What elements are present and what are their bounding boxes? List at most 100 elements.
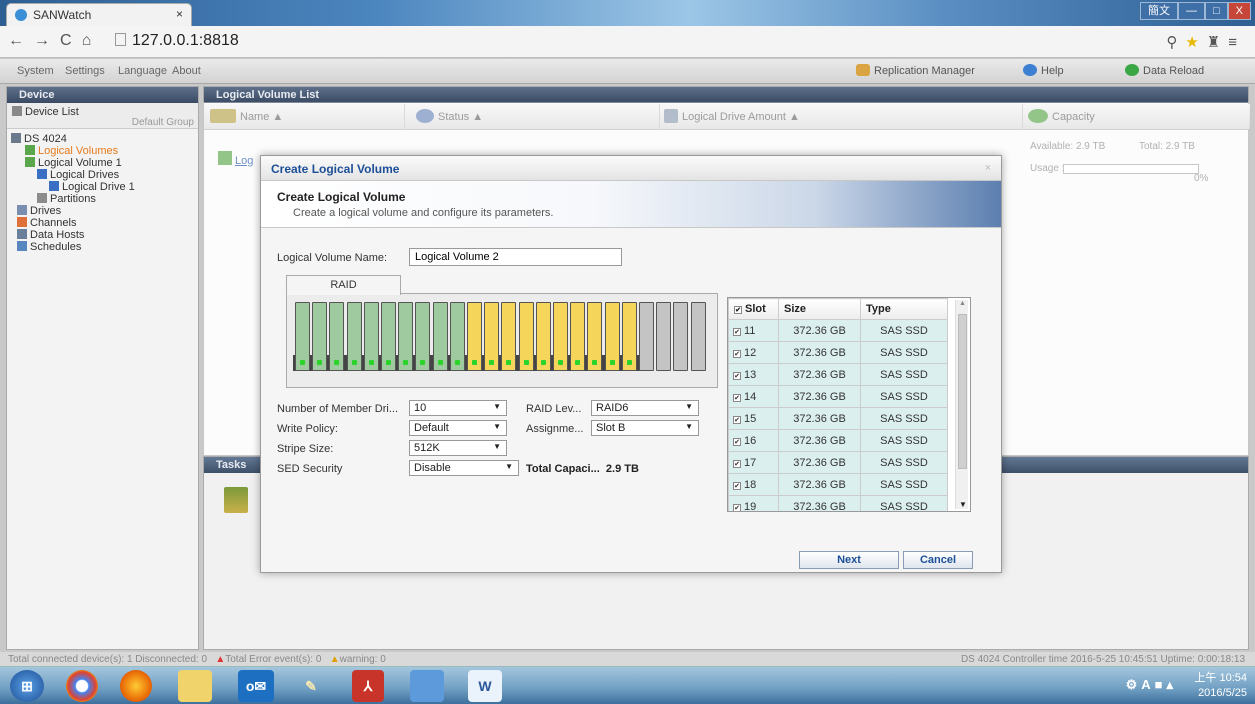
close-window-button[interactable]: X xyxy=(1227,2,1251,20)
slot-row[interactable]: ✔ 18 372.36 GB SAS SSD xyxy=(728,473,948,496)
slot-cell[interactable]: ✔ 14 xyxy=(728,385,779,408)
member-drives-select[interactable]: 10 ▼ xyxy=(409,400,507,416)
dialog-close-icon[interactable]: × xyxy=(985,162,991,174)
tray-arrow-icon[interactable]: ▴ xyxy=(1166,677,1177,692)
size-col-header[interactable]: Size xyxy=(778,298,861,320)
ime-button[interactable]: 簡文 xyxy=(1140,2,1178,20)
tab-close-icon[interactable]: × xyxy=(176,7,183,21)
drive-slot[interactable] xyxy=(346,302,362,371)
menu-system[interactable]: System xyxy=(17,65,54,77)
scroll-down-icon[interactable]: ▼ xyxy=(959,500,967,509)
slot-cell[interactable]: ✔ 16 xyxy=(728,429,779,452)
word-taskbar-icon[interactable]: W xyxy=(468,670,502,702)
slot-cell[interactable]: ✔ 11 xyxy=(728,319,779,342)
tree-item-channels[interactable]: Channels xyxy=(11,217,194,229)
menu-about[interactable]: About xyxy=(172,65,201,77)
slot-checkbox[interactable]: ✔ xyxy=(733,327,741,336)
slot-checkbox[interactable]: ✔ xyxy=(733,415,741,424)
firefox-taskbar-icon[interactable] xyxy=(120,670,152,702)
back-icon[interactable]: ← xyxy=(8,32,34,49)
drive-slot[interactable] xyxy=(432,302,448,371)
outlook-taskbar-icon[interactable]: o✉ xyxy=(238,670,274,702)
start-button-icon[interactable]: ⊞ xyxy=(10,670,44,702)
tree-item-logical-drives[interactable]: Logical Drives xyxy=(11,169,194,181)
slot-cell[interactable]: ✔ 12 xyxy=(728,341,779,364)
home-icon[interactable]: ⌂ xyxy=(82,32,102,49)
slot-row[interactable]: ✔ 16 372.36 GB SAS SSD xyxy=(728,429,948,452)
drive-slot[interactable] xyxy=(570,302,586,371)
zoom-icon[interactable]: ⚲ xyxy=(1166,34,1185,51)
tree-item-logical-volume-1[interactable]: Logical Volume 1 xyxy=(11,157,194,169)
star-icon[interactable]: ★ xyxy=(1185,34,1206,51)
file-explorer-taskbar-icon[interactable] xyxy=(178,670,212,702)
tree-item-schedules[interactable]: Schedules xyxy=(11,241,194,253)
url-field[interactable]: 127.0.0.1:8818 xyxy=(115,32,239,50)
minimize-button[interactable]: — xyxy=(1178,2,1205,20)
drive-slot[interactable] xyxy=(295,302,310,371)
slot-col-header[interactable]: ✔ Slot xyxy=(728,298,779,320)
sed-security-select[interactable]: Disable ▼ xyxy=(409,460,519,476)
tree-item-logical-volumes[interactable]: Logical Volumes xyxy=(11,145,194,157)
reload-icon[interactable]: C xyxy=(60,32,82,49)
menu-icon[interactable]: ≡ xyxy=(1228,34,1245,51)
table-scrollbar[interactable]: ▲ ▼ xyxy=(955,300,968,509)
drive-slot[interactable] xyxy=(621,302,637,371)
ime-mode[interactable]: A xyxy=(1141,677,1154,692)
drive-slot[interactable] xyxy=(656,302,672,371)
slot-checkbox[interactable]: ✔ xyxy=(733,459,741,468)
drive-slot[interactable] xyxy=(484,302,500,371)
menu-settings[interactable]: Settings xyxy=(65,65,105,77)
drive-slot[interactable] xyxy=(501,302,517,371)
raid-level-select[interactable]: RAID6 ▼ xyxy=(591,400,699,416)
drive-slot[interactable] xyxy=(381,302,396,371)
chrome-taskbar-icon[interactable] xyxy=(66,670,98,702)
drive-slot[interactable] xyxy=(639,302,654,371)
raid-tab[interactable]: RAID xyxy=(286,275,401,295)
slot-cell[interactable]: ✔ 13 xyxy=(728,363,779,386)
cancel-button[interactable]: Cancel xyxy=(903,551,973,569)
select-all-checkbox[interactable]: ✔ xyxy=(734,306,742,314)
drive-slot[interactable] xyxy=(518,302,534,371)
ime-icon[interactable]: ⚙ xyxy=(1126,677,1142,692)
slot-row[interactable]: ✔ 13 372.36 GB SAS SSD xyxy=(728,363,948,386)
drive-slot[interactable] xyxy=(587,302,603,371)
drive-slot[interactable] xyxy=(604,302,620,371)
slot-checkbox[interactable]: ✔ xyxy=(733,371,741,380)
menu-language[interactable]: Language xyxy=(118,65,167,77)
tree-item-logical-drive-1[interactable]: Logical Drive 1 xyxy=(11,181,194,193)
replication-manager-button[interactable]: Replication Manager xyxy=(856,64,975,77)
taskbar-clock[interactable]: 上午 10:54 2016/5/25 xyxy=(1194,671,1247,701)
drive-slot[interactable] xyxy=(467,302,482,371)
write-policy-select[interactable]: Default ▼ xyxy=(409,420,507,436)
slot-cell[interactable]: ✔ 17 xyxy=(728,451,779,474)
slot-checkbox[interactable]: ✔ xyxy=(733,393,741,402)
slot-row[interactable]: ✔ 14 372.36 GB SAS SSD xyxy=(728,385,948,408)
slot-checkbox[interactable]: ✔ xyxy=(733,503,741,511)
slot-cell[interactable]: ✔ 15 xyxy=(728,407,779,430)
drive-slot[interactable] xyxy=(363,302,379,371)
stripe-size-select[interactable]: 512K ▼ xyxy=(409,440,507,456)
drive-slot[interactable] xyxy=(312,302,328,371)
assignment-select[interactable]: Slot B ▼ xyxy=(591,420,699,436)
app-taskbar-icon[interactable] xyxy=(410,670,444,702)
drive-slot[interactable] xyxy=(673,302,689,371)
task-icon[interactable] xyxy=(224,487,248,513)
slot-checkbox[interactable]: ✔ xyxy=(733,437,741,446)
drive-slot[interactable] xyxy=(449,302,465,371)
tree-item-drives[interactable]: Drives xyxy=(11,205,194,217)
help-button[interactable]: Help xyxy=(1023,64,1064,77)
slot-checkbox[interactable]: ✔ xyxy=(733,481,741,490)
extension-icon[interactable]: ♜ xyxy=(1207,34,1228,51)
drive-slot[interactable] xyxy=(329,302,345,371)
tree-item-ds4024[interactable]: DS 4024 xyxy=(11,133,194,145)
type-col-header[interactable]: Type xyxy=(860,298,948,320)
input-icon[interactable]: ■ xyxy=(1155,677,1167,692)
drive-slot[interactable] xyxy=(535,302,551,371)
scroll-up-icon[interactable]: ▲ xyxy=(959,300,966,307)
slot-checkbox[interactable]: ✔ xyxy=(733,349,741,358)
drive-slot[interactable] xyxy=(398,302,414,371)
tree-item-partitions[interactable]: Partitions xyxy=(11,193,194,205)
slot-row[interactable]: ✔ 15 372.36 GB SAS SSD xyxy=(728,407,948,430)
tree-item-data-hosts[interactable]: Data Hosts xyxy=(11,229,194,241)
drive-slot[interactable] xyxy=(690,302,706,371)
